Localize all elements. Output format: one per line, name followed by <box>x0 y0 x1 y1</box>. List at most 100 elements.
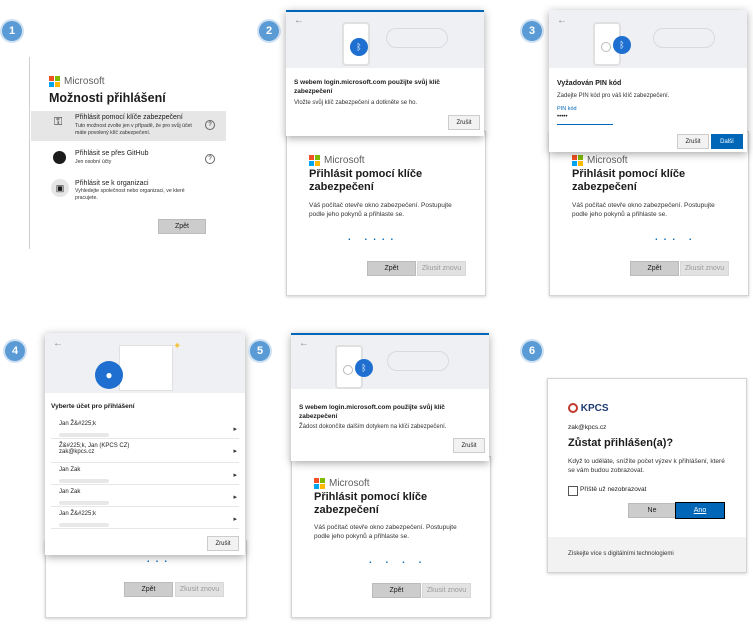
folder-shape <box>119 345 173 391</box>
account-name: Jan Ž&#225;k <box>59 421 97 427</box>
progress-dots: ··· · <box>654 230 697 246</box>
progress-dots: · ···· <box>347 230 399 246</box>
chevron-right-icon: ▸ <box>233 516 237 523</box>
retry-button[interactable]: Zkusit znovu <box>422 583 471 598</box>
dialog-hero: ← ● ✦ <box>45 333 245 393</box>
description: Když to uděláte, snížíte počet výzev k p… <box>568 458 725 474</box>
account-picker-4: ← ● ✦ Vyberte účet pro přihlášení Jan Ž&… <box>45 333 245 555</box>
option-desc: Tuto možnost zvolte jen v případě, že pr… <box>75 123 192 136</box>
option-title: Přihlásit se k organizaci <box>75 180 149 187</box>
option-security-key[interactable]: ⚿ Přihlásit pomocí klíče zabezpečení Tut… <box>31 111 226 141</box>
bluetooth-icon: ᛒ <box>355 359 373 377</box>
progress-dots: · · · · <box>368 553 427 569</box>
option-organization[interactable]: ▣ Přihlásit se k organizaci Vyhledejte s… <box>31 177 226 205</box>
card-text: Váš počítač otevře okno zabezpečení. Pos… <box>314 524 457 540</box>
card-title: Přihlásit pomocí klíče zabezpečení <box>572 168 686 193</box>
account-name: Jan Zak <box>59 489 81 495</box>
option-title: Přihlásit pomocí klíče zabezpečení <box>75 114 183 121</box>
dialog-text: Žádost dokončíte dalším dotykem na klíči… <box>299 424 447 430</box>
card-text: Váš počítač otevře okno zabezpečení. Pos… <box>572 202 715 218</box>
account-name: Ž&#225;k, Jan (KPCS CZ) <box>59 443 130 449</box>
account-email: zak@kpcs.cz <box>59 449 95 455</box>
checkbox-label: Příště už nezobrazovat <box>580 486 647 493</box>
chevron-right-icon: ▸ <box>233 472 237 479</box>
microsoft-logo: Microsoft <box>49 73 105 91</box>
account-name: Jan Ž&#225;k <box>59 511 97 517</box>
cancel-button[interactable]: Zrušit <box>448 115 480 130</box>
organization-badge-icon: ▣ <box>51 179 69 197</box>
stay-signed-in-card: KPCS zak@kpcs.cz Zůstat přihlášen(a)? Kd… <box>547 378 747 573</box>
dialog-text: Vložte svůj klíč zabezpečení a dotkněte … <box>294 100 418 106</box>
back-button[interactable]: Zpět <box>158 219 206 234</box>
pin-label: PIN kód <box>557 106 577 112</box>
cancel-button[interactable]: Zrušit <box>453 438 485 453</box>
kpcs-logo-mark <box>568 403 578 414</box>
retry-button[interactable]: Zkusit znovu <box>417 261 466 276</box>
chevron-right-icon: ▸ <box>233 494 237 501</box>
back-arrow-icon[interactable]: ← <box>294 15 304 26</box>
step-badge-2: 2 <box>259 21 279 41</box>
account-row[interactable]: Jan Zak ▸ <box>51 464 239 485</box>
back-arrow-icon[interactable]: ← <box>299 338 309 349</box>
account-email: zak@kpcs.cz <box>568 424 607 431</box>
back-button[interactable]: Zpět <box>367 261 416 276</box>
option-github[interactable]: Přihlásit se přes GitHub Jen osobní účty… <box>31 147 226 171</box>
footer-bar: Získejte více s digitálními technologiem… <box>548 537 746 572</box>
step-badge-4: 4 <box>5 341 25 361</box>
dialog-hero: ← ᛒ <box>291 333 489 389</box>
back-button[interactable]: Zpět <box>124 582 173 597</box>
help-icon[interactable]: ? <box>205 154 215 164</box>
chevron-right-icon: ▸ <box>233 448 237 455</box>
step-badge-6: 6 <box>522 341 542 361</box>
card-title: Přihlásit pomocí klíče zabezpečení <box>314 491 428 516</box>
github-icon <box>53 151 66 164</box>
step-badge-3: 3 <box>522 21 542 41</box>
account-row[interactable]: Jan Ž&#225;k ▸ <box>51 508 239 529</box>
card-title: Přihlásit pomocí klíče zabezpečení <box>309 168 423 193</box>
account-row[interactable]: Ž&#225;k, Jan (KPCS CZ) zak@kpcs.cz ▸ <box>51 440 239 463</box>
security-dialog-5: ← ᛒ S webem login.microsoft.com použijte… <box>291 333 489 461</box>
next-button[interactable]: Další <box>711 134 743 149</box>
back-arrow-icon[interactable]: ← <box>557 15 567 26</box>
retry-button[interactable]: Zkusit znovu <box>175 582 224 597</box>
dialog-title: S webem login.microsoft.com použijte svů… <box>299 404 445 420</box>
page-title: Zůstat přihlášen(a)? <box>568 437 674 449</box>
help-icon[interactable]: ? <box>205 120 215 130</box>
dont-show-checkbox[interactable] <box>568 486 578 496</box>
signin-card-5: Microsoft Přihlásit pomocí klíče zabezpe… <box>291 456 491 618</box>
dialog-text: Zadejte PIN kód pro váš klíč zabezpečení… <box>557 93 670 99</box>
page-title: Možnosti přihlášení <box>49 91 166 105</box>
signin-card-3: Microsoft Přihlásit pomocí klíče zabezpe… <box>549 131 749 296</box>
card-text: Váš počítač otevře okno zabezpečení. Pos… <box>309 202 452 218</box>
cancel-button[interactable]: Zrušit <box>207 536 239 551</box>
cancel-button[interactable]: Zrušit <box>677 134 709 149</box>
back-arrow-icon[interactable]: ← <box>53 338 63 349</box>
user-avatar-icon: ● <box>95 361 123 389</box>
bluetooth-icon: ᛒ <box>613 36 631 54</box>
step-badge-5: 5 <box>250 341 270 361</box>
back-button[interactable]: Zpět <box>372 583 421 598</box>
account-name: Jan Zak <box>59 467 81 473</box>
step-badge-1: 1 <box>2 21 22 41</box>
footer-link[interactable]: Získejte více s digitálními technologiem… <box>568 550 674 559</box>
sparkle-icon: ✦ <box>173 341 182 352</box>
chevron-right-icon: ▸ <box>233 426 237 433</box>
bluetooth-icon: ᛒ <box>350 38 368 56</box>
option-title: Přihlásit se přes GitHub <box>75 150 149 157</box>
account-row[interactable]: Jan Ž&#225;k ▸ <box>51 418 239 439</box>
dialog-hero: ← ᛒ <box>549 10 747 68</box>
dialog-hero: ← ᛒ <box>286 10 484 68</box>
dialog-title: Vyberte účet pro přihlášení <box>51 403 135 410</box>
no-button[interactable]: Ne <box>628 503 676 518</box>
panel-1: Microsoft Možnosti přihlášení ⚿ Přihlási… <box>29 57 226 249</box>
retry-button[interactable]: Zkusit znovu <box>680 261 729 276</box>
signin-card-2: Microsoft Přihlásit pomocí klíče zabezpe… <box>286 131 486 296</box>
back-button[interactable]: Zpět <box>630 261 679 276</box>
pin-dialog-3: ← ᛒ Vyžadován PIN kód Zadejte PIN kód pr… <box>549 10 747 152</box>
security-dialog-2: ← ᛒ S webem login.microsoft.com použijte… <box>286 10 484 136</box>
yes-button[interactable]: Ano <box>675 502 725 519</box>
pin-input[interactable]: ••••• <box>557 114 613 125</box>
option-desc: Jen osobní účty <box>75 159 112 165</box>
security-key-icon: ⚿ <box>54 116 63 128</box>
account-row[interactable]: Jan Zak ▸ <box>51 486 239 507</box>
